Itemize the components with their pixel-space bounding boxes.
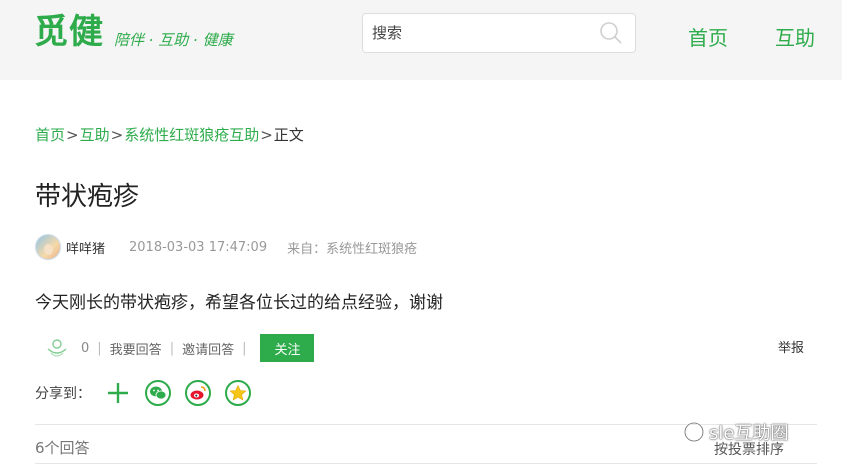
- author-name[interactable]: 咩咩猪: [66, 238, 105, 257]
- answers-count: 6个回答: [35, 439, 90, 457]
- watermark-text: sle互助圈: [709, 423, 789, 444]
- invite-link[interactable]: 邀请回答: [182, 339, 234, 358]
- post-content: 今天刚长的带状疱疹，希望各位长过的给点经验，谢谢: [35, 293, 443, 313]
- breadcrumb-current: 正文: [273, 126, 304, 144]
- like-count: 0: [81, 340, 90, 356]
- breadcrumb-separator: >: [66, 126, 79, 144]
- search-box: [362, 13, 636, 53]
- divider: |: [242, 340, 247, 356]
- avatar[interactable]: [35, 234, 61, 260]
- like-icon[interactable]: [45, 336, 69, 360]
- divider: |: [169, 340, 175, 356]
- qzone-icon[interactable]: [225, 380, 251, 406]
- post-source: 来自：系统性红斑狼疮: [287, 241, 418, 257]
- follow-button[interactable]: 关注: [260, 334, 315, 362]
- breadcrumb-group[interactable]: 系统性红斑狼疮互助: [124, 126, 259, 144]
- logo-slogan: 陪伴 · 互助 · 健康: [114, 31, 233, 49]
- search-icon[interactable]: [599, 21, 623, 45]
- breadcrumb: 首页>互助>系统性红斑狼疮互助>正文: [35, 124, 304, 145]
- logo-text: 觅健: [34, 12, 104, 52]
- answer-link[interactable]: 我要回答: [110, 339, 162, 358]
- weibo-icon[interactable]: [185, 380, 211, 406]
- plus-icon[interactable]: [105, 380, 131, 406]
- breadcrumb-separator: >: [110, 126, 124, 144]
- watermark: sle互助圈: [683, 417, 788, 447]
- wechat-channel-icon: [684, 422, 704, 442]
- divider-line: [35, 463, 817, 464]
- divider: |: [97, 340, 102, 356]
- nav-help[interactable]: 互助: [775, 22, 815, 51]
- share-bar: 分享到：: [35, 378, 265, 408]
- search-input[interactable]: [372, 14, 592, 52]
- site-logo[interactable]: 觅健 陪伴 · 互助 · 健康: [34, 10, 233, 54]
- post-meta: 咩咩猪 2018-03-03 17:47:09 来自：系统性红斑狼疮: [35, 233, 417, 261]
- post-actions: 0 | 我要回答 | 邀请回答 | 关注: [45, 334, 315, 362]
- site-header: 觅健 陪伴 · 互助 · 健康 首页 互助: [0, 0, 842, 80]
- wechat-icon[interactable]: [145, 380, 171, 406]
- post-time: 2018-03-03 17:47:09: [129, 239, 268, 255]
- breadcrumb-separator: >: [260, 126, 273, 144]
- page-title: 带状疱疹: [35, 182, 140, 212]
- report-link[interactable]: 举报: [778, 337, 804, 356]
- share-label: 分享到：: [35, 386, 91, 402]
- breadcrumb-help[interactable]: 互助: [80, 126, 110, 144]
- breadcrumb-home[interactable]: 首页: [35, 126, 65, 144]
- nav-home[interactable]: 首页: [688, 22, 728, 51]
